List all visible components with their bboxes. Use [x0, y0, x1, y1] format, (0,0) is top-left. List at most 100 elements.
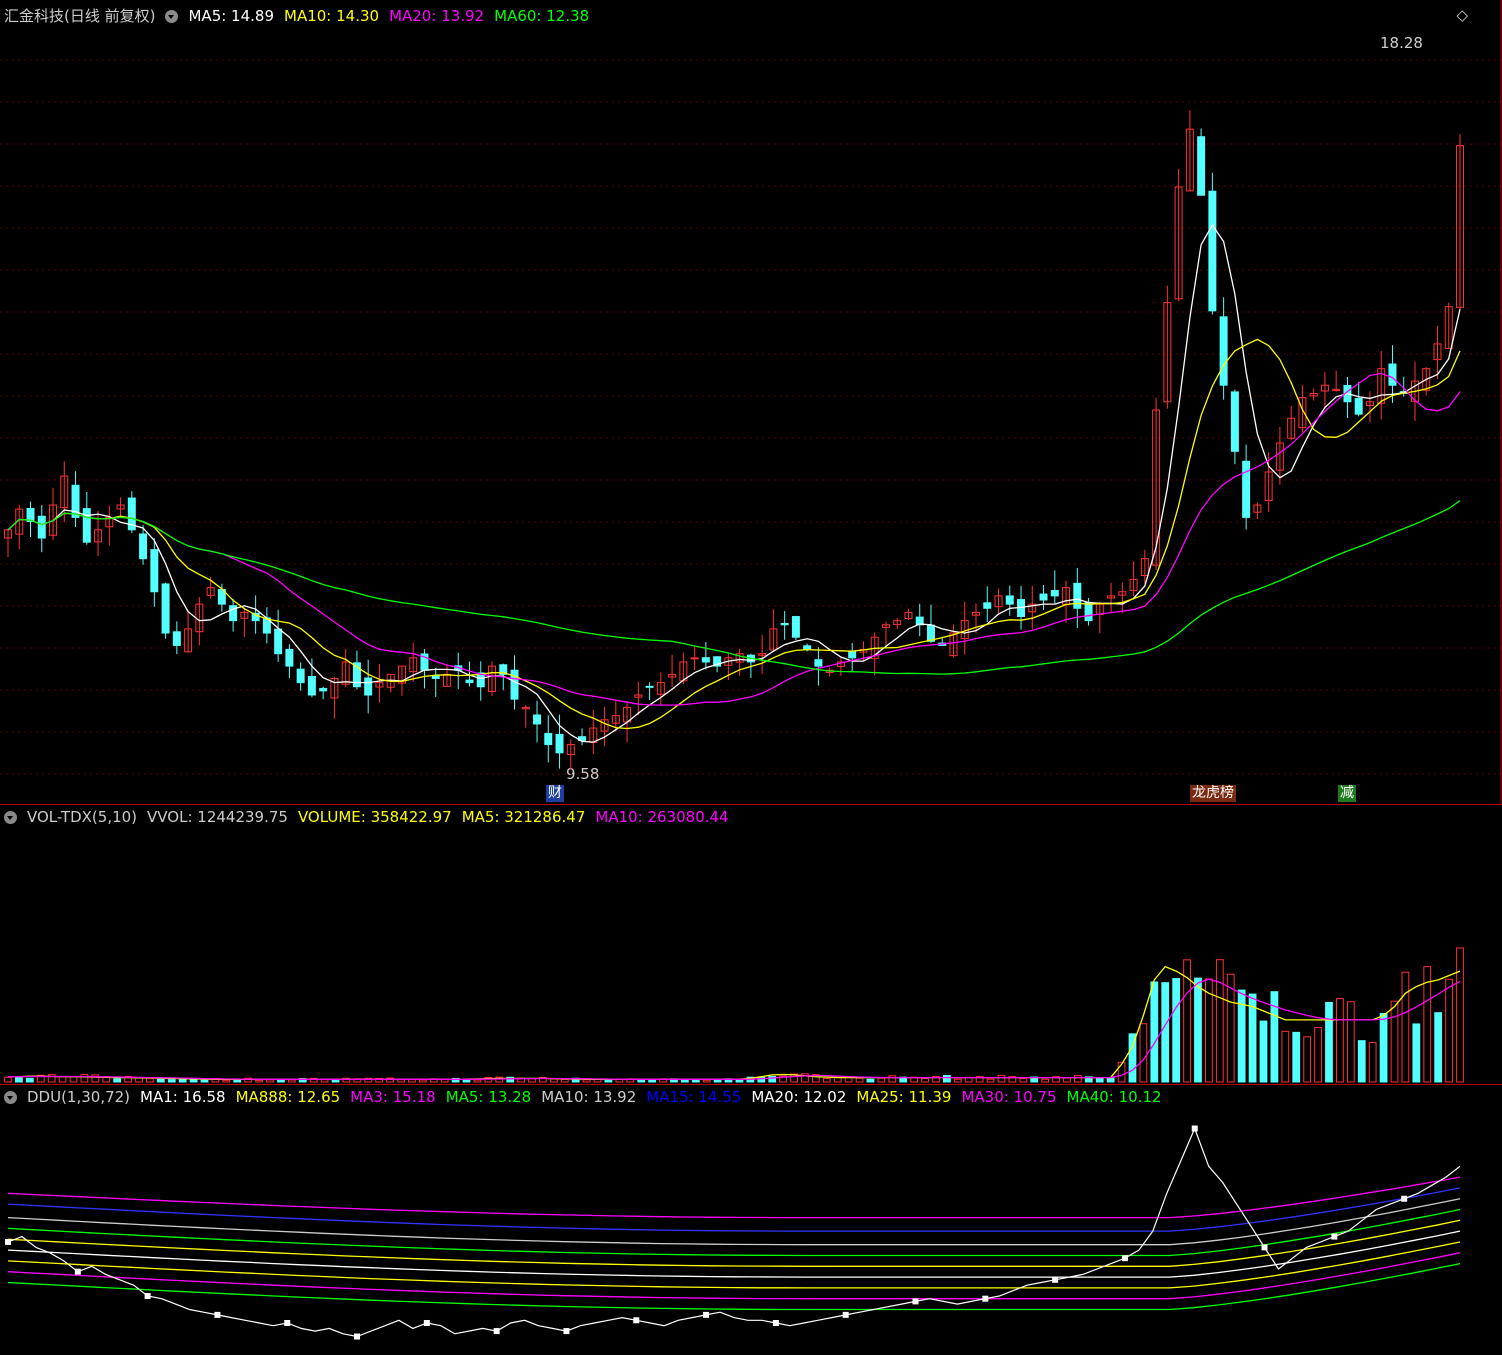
candle-body	[780, 623, 789, 626]
candle-body	[172, 631, 181, 646]
volume-bar	[1368, 1042, 1377, 1083]
volume-bar	[80, 1074, 89, 1083]
volume-bar	[91, 1074, 100, 1083]
volume-bar	[1172, 978, 1181, 1083]
ma10-legend: MA10: 14.30	[284, 7, 380, 25]
stock-title: 汇金科技(日线 前复权)	[4, 7, 156, 25]
volume-bar	[473, 1079, 482, 1083]
volume-bar	[637, 1079, 646, 1083]
volume-bar	[1456, 947, 1464, 1083]
volume-bar	[921, 1078, 929, 1083]
volume-bar	[1390, 1000, 1399, 1083]
ddu-marker	[1052, 1276, 1059, 1283]
ma10-line	[7, 338, 1461, 730]
volume-bar	[1194, 977, 1202, 1083]
volume-chart[interactable]	[0, 805, 1502, 1085]
volume-bar	[648, 1079, 657, 1083]
candle-body	[690, 657, 699, 660]
volume-legend: VOL-TDX(5,10) VVOL: 1244239.75 VOLUME: 3…	[4, 807, 729, 827]
vvol-legend: VVOL: 1244239.75	[147, 808, 288, 826]
ddu-marker	[1121, 1255, 1128, 1262]
ddu-legend: DDU(1,30,72) MA1: 16.58 MA888: 12.65 MA3…	[4, 1087, 1162, 1107]
candle-body	[645, 685, 654, 688]
volume-bar	[4, 1076, 12, 1083]
ddu-marker	[1331, 1233, 1338, 1240]
candle-body	[1005, 595, 1014, 605]
volume-bar	[855, 1077, 864, 1083]
candle-body	[465, 679, 474, 684]
candle-body	[139, 533, 148, 560]
candle-body	[1073, 582, 1082, 609]
volume-bar	[1445, 978, 1453, 1083]
volume-bar	[888, 1075, 897, 1083]
ddu-marker	[982, 1295, 989, 1302]
volume-bar	[69, 1076, 78, 1083]
volume-bar	[408, 1079, 416, 1083]
ddu-band-line	[7, 1262, 1461, 1311]
ddu-ma5-legend: MA5: 13.28	[445, 1088, 532, 1106]
ddu-band-line	[7, 1198, 1461, 1246]
volume-bar	[1292, 1031, 1301, 1083]
ddu-chart[interactable]	[0, 1085, 1502, 1355]
toggle-icon[interactable]	[4, 1090, 17, 1104]
volume-bar	[1041, 1078, 1050, 1083]
toggle-icon[interactable]	[4, 810, 17, 824]
volume-bar	[1412, 1023, 1421, 1083]
volume-bar	[1346, 1001, 1355, 1083]
volume-bar	[1379, 1013, 1388, 1083]
candle-body	[37, 515, 46, 539]
volume-bar	[1259, 1020, 1268, 1083]
volume-bar	[25, 1077, 34, 1083]
candle-body	[701, 657, 710, 663]
volume-bar	[560, 1078, 569, 1083]
volume-bar	[1423, 966, 1432, 1083]
volume-bar	[1434, 1012, 1443, 1083]
candle-body	[364, 677, 373, 696]
volume-bar	[331, 1079, 340, 1083]
volume-bar	[1139, 1023, 1148, 1083]
ddu-marker	[284, 1319, 291, 1326]
volume-panel[interactable]: VOL-TDX(5,10) VVOL: 1244239.75 VOLUME: 3…	[0, 804, 1502, 1085]
marker-dragon-tiger[interactable]: 龙虎榜	[1190, 785, 1236, 802]
volume-bar	[178, 1078, 187, 1083]
volume-bar	[320, 1079, 329, 1083]
volume-bar	[1161, 982, 1170, 1083]
candle-body	[848, 651, 857, 659]
ddu-ma15-legend: MA15: 14.55	[646, 1088, 742, 1106]
candle-body	[161, 583, 170, 634]
volume-bar	[1281, 1030, 1290, 1083]
candle-body	[814, 659, 823, 667]
candle-body	[1050, 590, 1059, 597]
marker-reduce[interactable]: 减	[1338, 785, 1356, 802]
volume-bar	[877, 1077, 886, 1083]
candle-body	[296, 668, 305, 684]
marker-finance[interactable]: 财	[546, 785, 564, 802]
candle-body	[1197, 136, 1206, 196]
ddu-marker	[703, 1311, 710, 1318]
volume-bar	[1336, 998, 1344, 1083]
volume-bar	[47, 1074, 56, 1083]
ddu-ma30-legend: MA30: 10.75	[961, 1088, 1057, 1106]
candle-body	[510, 669, 519, 700]
volume-bar	[1106, 1077, 1115, 1083]
ddu-panel[interactable]: DDU(1,30,72) MA1: 16.58 MA888: 12.65 MA3…	[0, 1084, 1502, 1355]
candle-body	[926, 624, 935, 642]
candle-body	[791, 616, 800, 638]
volume-bar	[15, 1077, 23, 1083]
candle-body	[150, 549, 159, 593]
candle-body	[274, 628, 283, 655]
volume-title: VOL-TDX(5,10)	[27, 808, 138, 826]
price-panel[interactable]: 汇金科技(日线 前复权) MA5: 14.89 MA10: 14.30 MA20…	[0, 0, 1502, 804]
volume-bar	[986, 1078, 995, 1083]
candle-body	[1208, 190, 1217, 312]
ddu-marker	[144, 1292, 151, 1299]
candle-body	[1084, 601, 1093, 622]
volume-bar	[1226, 973, 1235, 1083]
price-chart[interactable]	[0, 0, 1502, 804]
ddu-band-line	[7, 1241, 1461, 1289]
ddu-title: DDU(1,30,72)	[27, 1088, 131, 1106]
candle-body	[1354, 397, 1363, 415]
ddu-band-line	[7, 1219, 1461, 1267]
volume-bar	[582, 1079, 591, 1083]
toggle-icon[interactable]	[165, 9, 179, 23]
